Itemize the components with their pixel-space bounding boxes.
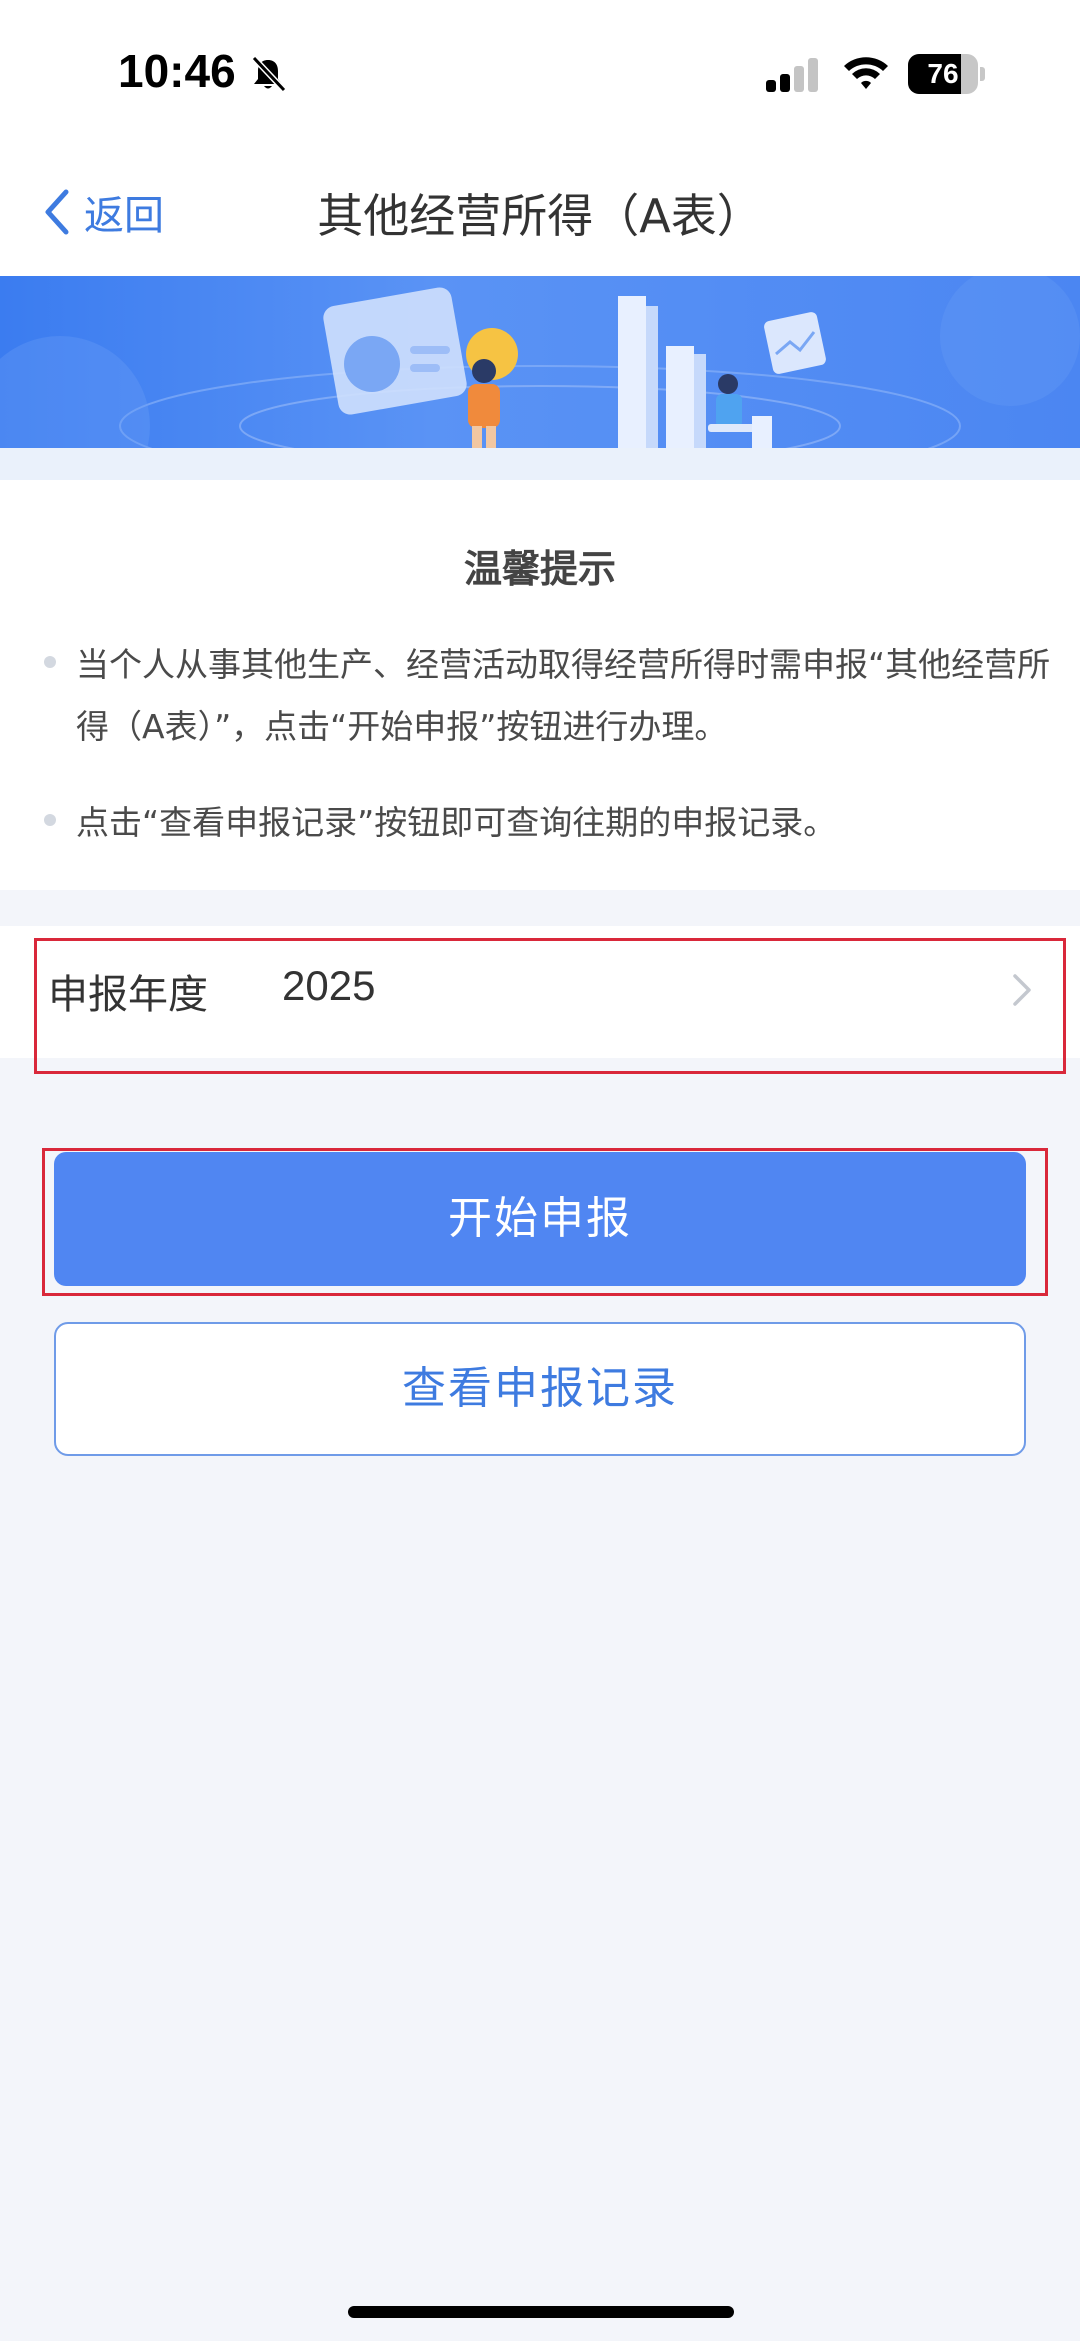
chevron-left-icon bbox=[45, 189, 69, 235]
tips-card: 温馨提示 当个人从事其他生产、经营活动取得经营所得时需申报“其他经营所得（A表）… bbox=[0, 480, 1080, 890]
back-label: 返回 bbox=[84, 193, 164, 239]
bullet-icon bbox=[44, 814, 56, 826]
home-indicator bbox=[348, 2306, 734, 2318]
tips-title: 温馨提示 bbox=[463, 547, 616, 591]
bell-slash-icon bbox=[251, 55, 287, 93]
tax-year-label: 申报年度 bbox=[48, 972, 208, 1018]
view-records-button[interactable]: 查看申报记录 bbox=[54, 1322, 1026, 1456]
banner-divider bbox=[0, 448, 1080, 480]
tip-text: 点击“查看申报记录”按钮即可查询往期的申报记录。 bbox=[76, 803, 837, 842]
banner-art bbox=[0, 276, 1080, 448]
battery-level: 76 bbox=[927, 58, 959, 89]
battery-icon: 76 bbox=[908, 54, 985, 94]
back-button[interactable]: 返回 bbox=[40, 184, 164, 240]
banner-illustration bbox=[0, 276, 1080, 448]
status-bar: 10:46 76 bbox=[0, 0, 1080, 140]
cellular-signal-icon bbox=[766, 58, 818, 92]
tax-year-value: 2025 bbox=[282, 962, 376, 1009]
start-filing-button[interactable]: 开始申报 bbox=[54, 1152, 1026, 1286]
bullet-icon bbox=[44, 656, 56, 668]
navigation-bar: 返回 其他经营所得（A表） bbox=[0, 140, 1080, 276]
chevron-right-icon bbox=[1013, 974, 1031, 1006]
tax-year-selector[interactable]: 申报年度 2025 bbox=[0, 926, 1080, 1058]
wifi-icon bbox=[844, 57, 888, 89]
tip-text: 当个人从事其他生产、经营活动取得经营所得时需申报“其他经营所得（A表）”，点击“… bbox=[76, 645, 1051, 746]
status-time: 10:46 bbox=[118, 45, 236, 97]
